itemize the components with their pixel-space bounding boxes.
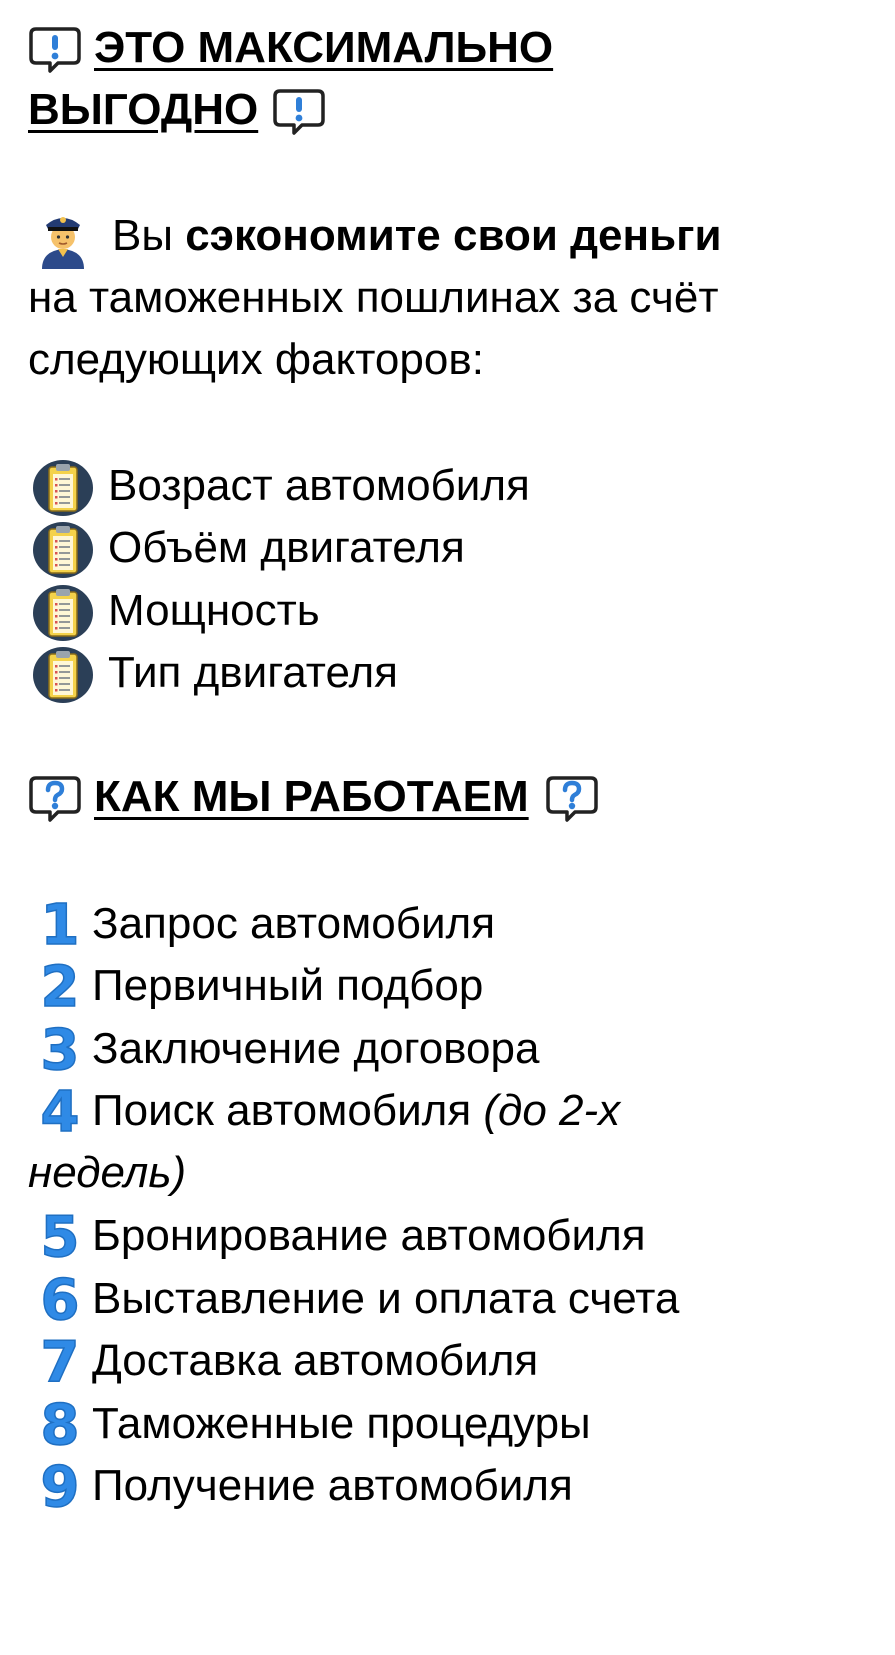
step-label: Бронирование автомобиля xyxy=(92,1211,646,1260)
clipboard-icon xyxy=(32,459,94,517)
clipboard-icon xyxy=(32,584,94,642)
factor-item: Возраст автомобиля xyxy=(28,455,530,517)
savings-bold: сэкономите свои деньги xyxy=(185,211,722,260)
step-label: Выставление и оплата счета xyxy=(92,1274,680,1323)
heading-title-part-2: ВЫГОДНО xyxy=(28,85,259,134)
keycap-number-icon: 1 xyxy=(34,893,86,959)
step-number: 4 xyxy=(40,1080,80,1146)
clipboard-icon xyxy=(32,521,94,579)
step-label: Заключение договора xyxy=(92,1024,540,1073)
exclamation-speech-bubble-icon xyxy=(28,26,82,74)
message-body: ЭТО МАКСИМАЛЬНО ВЫГОДНО Вы сэкономите св… xyxy=(0,0,895,1655)
factor-label: Мощность xyxy=(108,586,320,635)
heading-title-part-1: ЭТО МАКСИМАЛЬНО xyxy=(94,23,554,72)
savings-line-2: на таможенных пошлинах за счёт xyxy=(28,273,719,322)
step-item: 1 Запрос автомобиля xyxy=(28,893,496,959)
step-number: 2 xyxy=(40,955,80,1021)
step-item: 9 Получение автомобиля xyxy=(28,1455,573,1521)
heading-how-we-work: КАК МЫ РАБОТАЕМ xyxy=(28,766,611,828)
step-number: 3 xyxy=(40,1018,80,1084)
step-number: 1 xyxy=(40,893,80,959)
step-label: Доставка автомобиля xyxy=(92,1336,539,1385)
keycap-number-icon: 5 xyxy=(34,1205,86,1271)
step-note: (до 2-х xyxy=(483,1086,621,1135)
factor-item: Тип двигателя xyxy=(28,642,398,704)
factor-label: Объём двигателя xyxy=(108,523,465,572)
factor-item: Мощность xyxy=(28,580,320,642)
step-note-continuation: недель) xyxy=(28,1142,186,1204)
question-speech-bubble-icon xyxy=(545,775,599,823)
step-label: Поиск автомобиля xyxy=(92,1086,484,1135)
savings-line-1: Вы сэкономите свои деньги xyxy=(28,205,722,270)
clipboard-icon xyxy=(32,646,94,704)
savings-line-3: следующих факторов: xyxy=(28,335,484,384)
question-speech-bubble-icon xyxy=(28,775,82,823)
step-label: Первичный подбор xyxy=(92,961,484,1010)
step-item: 2 Первичный подбор xyxy=(28,955,484,1021)
keycap-number-icon: 9 xyxy=(34,1455,86,1521)
keycap-number-icon: 3 xyxy=(34,1018,86,1084)
savings-prefix: Вы xyxy=(112,211,186,260)
step-label: Запрос автомобиля xyxy=(92,899,496,948)
heading-how-we-work-title: КАК МЫ РАБОТАЕМ xyxy=(94,772,529,821)
step-item: 8 Таможенные процедуры xyxy=(28,1393,591,1459)
keycap-number-icon: 7 xyxy=(34,1330,86,1396)
step-item: 7 Доставка автомобиля xyxy=(28,1330,539,1396)
police-officer-icon xyxy=(32,207,94,270)
keycap-number-icon: 2 xyxy=(34,955,86,1021)
step-number: 5 xyxy=(40,1205,80,1271)
exclamation-speech-bubble-icon xyxy=(272,88,326,136)
step-number: 8 xyxy=(40,1393,80,1459)
step-item: 4 Поиск автомобиля (до 2-х xyxy=(28,1080,621,1146)
keycap-number-icon: 8 xyxy=(34,1393,86,1459)
keycap-number-icon: 4 xyxy=(34,1080,86,1146)
step-item: 3 Заключение договора xyxy=(28,1018,540,1084)
step-label: Таможенные процедуры xyxy=(92,1399,591,1448)
step-note: недель) xyxy=(28,1148,187,1197)
step-number: 6 xyxy=(40,1268,80,1334)
factor-item: Объём двигателя xyxy=(28,517,465,579)
heading-line-2: ВЫГОДНО xyxy=(28,79,338,141)
step-item: 5 Бронирование автомобиля xyxy=(28,1205,646,1271)
keycap-number-icon: 6 xyxy=(34,1268,86,1334)
factor-label: Возраст автомобиля xyxy=(108,461,530,510)
step-number: 9 xyxy=(40,1455,80,1521)
step-item: 6 Выставление и оплата счета xyxy=(28,1268,680,1334)
factor-label: Тип двигателя xyxy=(108,648,398,697)
heading-line-1: ЭТО МАКСИМАЛЬНО xyxy=(28,17,553,79)
step-label: Получение автомобиля xyxy=(92,1461,573,1510)
step-number: 7 xyxy=(40,1330,80,1396)
